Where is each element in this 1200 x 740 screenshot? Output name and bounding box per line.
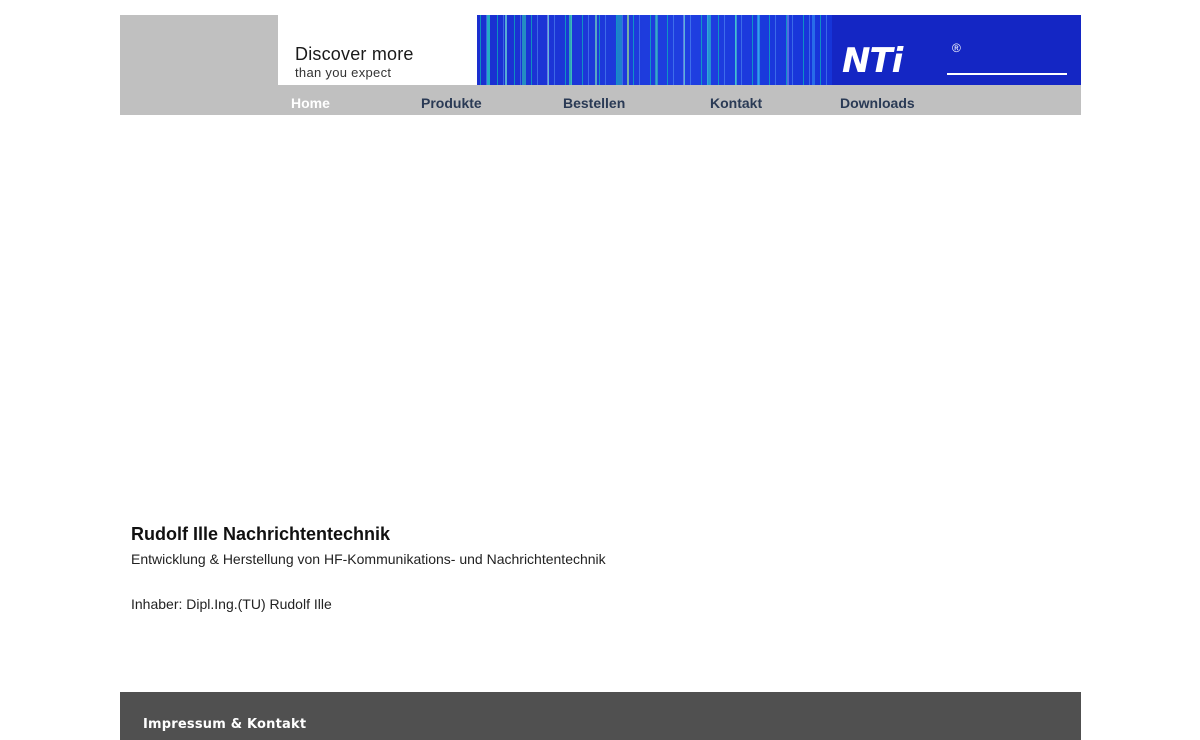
registered-mark: ®: [952, 41, 961, 55]
company-description: Entwicklung & Herstellung von HF-Kommuni…: [131, 551, 606, 567]
slogan-box: Discover more than you expect: [278, 15, 477, 85]
slogan-line-1: Discover more: [295, 44, 414, 64]
nti-logo: NTi: [842, 41, 903, 81]
footer: Impressum & Kontakt: [120, 692, 1081, 740]
logo-underline: [947, 73, 1067, 75]
company-name: Rudolf Ille Nachrichtentechnik: [131, 524, 391, 544]
nav-kontakt[interactable]: Kontakt: [710, 95, 762, 111]
logo-area: NTi ®: [832, 15, 1081, 85]
header-banner: NTi ®: [477, 15, 1081, 85]
page-container: Discover more than you expect NTi ® Home…: [120, 0, 1081, 740]
nav-produkte[interactable]: Produkte: [421, 95, 482, 111]
footer-impressum-link[interactable]: Impressum & Kontakt: [143, 717, 306, 732]
nav-home[interactable]: Home: [291, 95, 330, 111]
nav-downloads[interactable]: Downloads: [840, 95, 915, 111]
slogan-line-2: than you expect: [295, 65, 392, 80]
nav-bestellen[interactable]: Bestellen: [563, 95, 625, 111]
owner-info: Inhaber: Dipl.Ing.(TU) Rudolf Ille: [131, 596, 332, 612]
spectrum-stripes: [487, 15, 815, 85]
main-nav: Home Produkte Bestellen Kontakt Download…: [278, 85, 1081, 115]
header-left-panel: [120, 15, 278, 115]
